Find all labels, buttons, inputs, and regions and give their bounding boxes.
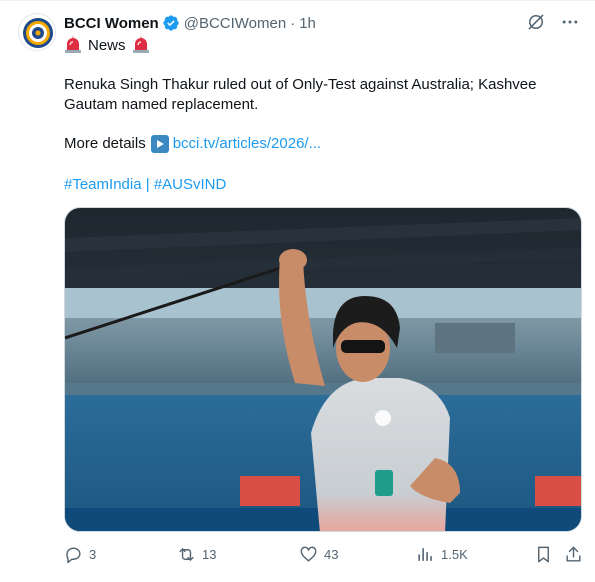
article-link[interactable]: bcci.tv/articles/2026/... [173, 134, 321, 154]
more-details-line: More details bcci.tv/articles/2026/... [64, 134, 321, 154]
repost-icon [179, 547, 194, 561]
tweet-card[interactable]: BCCI Women @BCCIWomen · 1h News Renuka S… [0, 0, 595, 582]
post-category: News [64, 35, 150, 55]
views-chart-icon [418, 547, 432, 561]
player-photo [65, 208, 581, 531]
repost-count: 13 [202, 546, 217, 562]
police-siren-icon [132, 36, 150, 54]
play-button-icon [150, 135, 169, 153]
bcci-logo-icon [20, 15, 55, 50]
hashtags: #TeamIndia | #AUSvIND [64, 175, 226, 195]
category-label: News [88, 36, 126, 54]
hashtag-ausvind[interactable]: #AUSvIND [154, 176, 227, 193]
bookmark-icon [538, 546, 549, 562]
share-button[interactable] [564, 541, 583, 567]
tweet-photo[interactable] [64, 207, 582, 532]
tweet-top-actions [525, 11, 581, 33]
more-options-icon[interactable] [559, 11, 581, 33]
tweet-timestamp[interactable]: 1h [299, 15, 316, 32]
author-name[interactable]: BCCI Women [64, 15, 159, 32]
tweet-text: Renuka Singh Thakur ruled out of Only-Te… [64, 75, 574, 115]
hashtag-teamindia[interactable]: #TeamIndia [64, 176, 142, 193]
reply-count: 3 [89, 546, 97, 562]
tweet-header: BCCI Women @BCCIWomen · 1h [64, 13, 316, 33]
reply-button[interactable]: 3 [64, 541, 96, 567]
avatar[interactable] [18, 13, 56, 51]
verified-badge-icon [162, 14, 180, 32]
repost-button[interactable]: 13 [177, 541, 216, 567]
tweet-body: Renuka Singh Thakur ruled out of Only-Te… [64, 76, 537, 113]
more-details-label: More details [64, 135, 146, 152]
heart-icon [300, 546, 317, 562]
share-icon [566, 546, 581, 562]
like-count: 43 [324, 546, 339, 562]
hashtag-separator: | [145, 176, 150, 193]
tweet-actions: 3 13 43 1.5K [64, 541, 584, 567]
grok-icon[interactable] [525, 11, 547, 33]
views-count: 1.5K [441, 546, 468, 562]
police-siren-icon [64, 36, 82, 54]
reply-icon [66, 546, 81, 563]
like-button[interactable]: 43 [299, 541, 338, 567]
bookmark-button[interactable] [534, 541, 553, 567]
views-button[interactable]: 1.5K [416, 541, 468, 567]
header-separator: · [290, 14, 296, 32]
author-handle[interactable]: @BCCIWomen [184, 15, 286, 32]
